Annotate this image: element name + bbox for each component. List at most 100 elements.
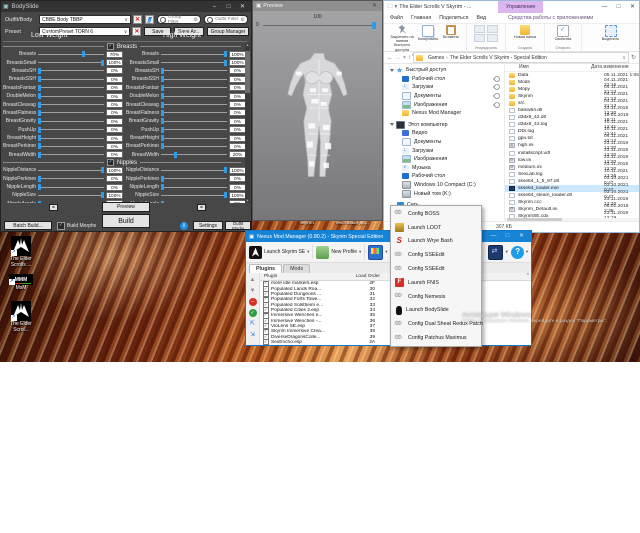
nav-item[interactable]: Документы <box>384 138 504 147</box>
minimize-button[interactable]: — <box>598 2 611 12</box>
low-value-box[interactable]: 100 <box>106 59 123 66</box>
high-value-box[interactable]: 0 <box>229 109 246 116</box>
outfit-filter-input[interactable]: Outfit Filter ⚙ <box>204 15 248 24</box>
high-slider[interactable] <box>161 183 227 191</box>
menu-item[interactable]: Launch LOOT <box>392 221 480 235</box>
low-slider[interactable] <box>38 50 104 58</box>
preview-button[interactable]: Preview <box>102 202 150 212</box>
preview-titlebar[interactable]: ▣ Preview ✕ <box>253 1 382 11</box>
high-value-box[interactable]: 0 <box>229 93 246 100</box>
low-value-box[interactable]: 100 <box>106 167 123 174</box>
slider-handle[interactable] <box>161 127 164 133</box>
slider-handle[interactable] <box>161 102 164 108</box>
high-slider[interactable] <box>161 109 227 117</box>
high-value-box[interactable]: 0 <box>229 184 246 191</box>
disable-plugin-icon[interactable]: – <box>249 298 257 306</box>
import-load-order-icon[interactable]: ⇲ <box>249 331 257 339</box>
organize-buttons[interactable] <box>474 25 485 42</box>
low-value-box[interactable]: 0 <box>106 84 123 91</box>
high-slider[interactable] <box>161 134 227 142</box>
slider-handle[interactable] <box>38 135 41 141</box>
nav-item[interactable]: Загрузки <box>384 83 504 92</box>
move-down-icon[interactable]: ▼ <box>249 287 257 295</box>
slider-handle[interactable] <box>161 201 164 203</box>
nav-item[interactable]: Windows 10 Compact (C:) <box>384 181 504 190</box>
weight-slider[interactable] <box>263 25 376 26</box>
slider-handle[interactable] <box>101 60 104 66</box>
gear-icon[interactable]: ⚙ <box>194 17 198 23</box>
desktop-icon-elder-scrolls-2[interactable]: The Elder Scrol... <box>4 301 38 334</box>
nmm-titlebar[interactable]: ▣ Nexus Mod Manager (0.80.2) - Skyrim Sp… <box>246 231 531 242</box>
slider-handle[interactable] <box>161 118 164 124</box>
menu-item[interactable]: Config Nemesis <box>392 290 480 304</box>
low-slider[interactable] <box>38 59 104 67</box>
slider-handle[interactable] <box>161 143 164 149</box>
pin-quick-access-button[interactable]: Закрепить на панели быстрого доступа <box>389 25 415 52</box>
low-value-box[interactable]: 0 <box>106 101 123 108</box>
close-button[interactable]: ✕ <box>626 2 639 12</box>
slider-handle[interactable] <box>161 68 164 74</box>
nav-item[interactable]: Рабочий стол <box>384 172 504 181</box>
low-slider[interactable] <box>38 151 104 159</box>
settings-button[interactable]: Settings <box>193 221 223 230</box>
breadcrumb[interactable]: Games <box>428 55 444 61</box>
low-value-box[interactable]: 0 <box>106 143 123 150</box>
slider-handle[interactable] <box>161 76 164 82</box>
export-load-order-icon[interactable]: ⇱ <box>249 320 257 328</box>
slider-handle[interactable] <box>38 127 41 133</box>
tab-view[interactable]: Вид <box>476 15 486 21</box>
slider-handle[interactable] <box>38 110 41 116</box>
low-slider[interactable] <box>38 75 104 83</box>
clear-outfit-button[interactable]: ✕ <box>133 15 142 24</box>
menu-item[interactable]: Launch Wrye Bash <box>392 235 480 249</box>
high-slider[interactable] <box>161 126 227 134</box>
tab-share[interactable]: Поделиться <box>439 15 468 21</box>
column-plugin[interactable]: Plugin <box>260 274 352 279</box>
low-sync-button[interactable]: = <box>49 204 58 211</box>
slider-handle[interactable] <box>161 85 164 91</box>
low-slider[interactable] <box>38 166 104 174</box>
high-value-box[interactable]: 0 <box>229 76 246 83</box>
low-slider[interactable] <box>38 142 104 150</box>
nav-item[interactable]: Изображения <box>384 155 504 164</box>
low-value-box[interactable]: 70 <box>106 51 123 58</box>
help-button[interactable]: ▾ <box>511 246 528 259</box>
low-value-box[interactable]: 0 <box>106 118 123 125</box>
organize-buttons-2[interactable] <box>487 25 498 42</box>
recent-icon[interactable]: ▾ <box>403 54 406 61</box>
new-profile-button[interactable]: New Profile ▾ <box>316 246 361 259</box>
low-value-box[interactable]: 100 <box>106 192 123 199</box>
new-folder-button[interactable]: Новая папка <box>510 25 540 39</box>
low-slider[interactable] <box>38 117 104 125</box>
high-value-box[interactable]: 0 <box>229 200 246 203</box>
menu-item[interactable]: Launch FNIS <box>392 276 480 290</box>
high-value-box[interactable]: 0 <box>229 84 246 91</box>
slider-handle[interactable] <box>38 143 41 149</box>
nav-item[interactable]: Изображения <box>384 100 504 109</box>
slider-handle[interactable] <box>224 60 227 66</box>
slider-scrollbar[interactable]: ▲ ▼ <box>245 43 250 203</box>
menu-item[interactable]: Config BOSS <box>392 207 480 221</box>
close-button[interactable]: ✕ <box>236 2 249 12</box>
high-sync-button[interactable]: = <box>197 204 206 211</box>
low-slider[interactable] <box>38 134 104 142</box>
high-value-box[interactable]: 0 <box>229 67 246 74</box>
column-load-order[interactable]: Load Order <box>352 274 380 279</box>
slider-handle[interactable] <box>101 192 104 198</box>
tab-plugins[interactable]: Plugins <box>249 264 282 273</box>
scrollbar-thumb[interactable] <box>245 51 250 93</box>
low-slider[interactable] <box>38 126 104 134</box>
select-button[interactable]: Выделить <box>596 25 626 41</box>
slider-handle[interactable] <box>38 118 41 124</box>
slider-handle[interactable] <box>38 184 41 190</box>
slider-handle[interactable] <box>161 176 164 182</box>
slider-handle[interactable] <box>82 51 85 57</box>
nav-item[interactable]: Музыка <box>384 164 504 173</box>
checkbox-checked-icon[interactable]: ✓ <box>107 43 114 50</box>
high-slider[interactable] <box>161 175 227 183</box>
maximize-button[interactable]: □ <box>612 2 625 12</box>
low-slider[interactable] <box>38 200 104 203</box>
slider-handle[interactable] <box>38 85 41 91</box>
up-icon[interactable]: ↑ <box>408 55 411 61</box>
high-slider[interactable] <box>161 151 227 159</box>
